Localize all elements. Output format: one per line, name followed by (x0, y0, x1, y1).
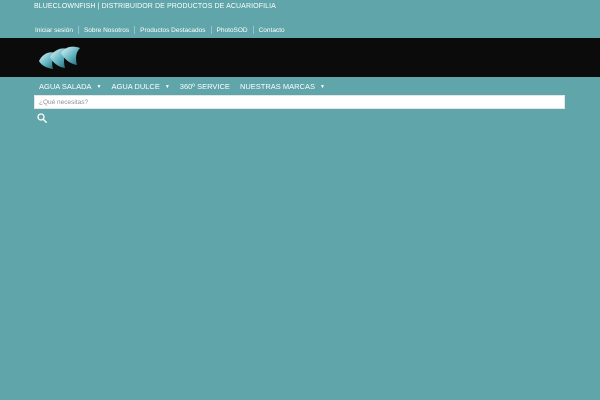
top-nav-login[interactable]: Iniciar sesión (35, 27, 73, 34)
main-nav-saltwater[interactable]: AGUA SALADA ▼ (39, 82, 101, 91)
top-nav: Iniciar sesión Sobre Nosotros Productos … (35, 26, 285, 34)
fish-logo-icon[interactable] (37, 44, 81, 71)
main-nav-label: 360º SERVICE (179, 82, 230, 91)
main-nav-freshwater[interactable]: AGUA DULCE ▼ (111, 82, 169, 91)
main-nav-label: AGUA SALADA (39, 82, 92, 91)
divider (134, 26, 136, 34)
caret-down-icon: ▼ (164, 83, 170, 90)
top-nav-contact[interactable]: Contacto (259, 27, 285, 34)
top-nav-photosod[interactable]: PhotoSOD (217, 27, 248, 34)
search-icon[interactable] (37, 113, 47, 123)
main-nav-label: AGUA DULCE (111, 82, 160, 91)
site-header (0, 38, 600, 77)
main-nav-our-brands[interactable]: NUESTRAS MARCAS ▼ (240, 82, 325, 91)
main-nav-360-service[interactable]: 360º SERVICE (180, 82, 230, 91)
site-tagline: BLUECLOWNFISH | DISTRIBUIDOR DE PRODUCTO… (34, 3, 276, 10)
caret-down-icon: ▼ (96, 83, 102, 90)
divider (210, 26, 212, 34)
divider (77, 26, 79, 34)
main-nav: AGUA SALADA ▼ AGUA DULCE ▼ 360º SERVICE … (35, 79, 335, 94)
caret-down-icon: ▼ (319, 83, 325, 90)
top-nav-about[interactable]: Sobre Nosotros (84, 27, 129, 34)
main-nav-label: NUESTRAS MARCAS (239, 82, 315, 91)
divider (252, 26, 254, 34)
top-nav-featured[interactable]: Productos Destacados (140, 27, 205, 34)
search-input[interactable] (34, 95, 565, 109)
